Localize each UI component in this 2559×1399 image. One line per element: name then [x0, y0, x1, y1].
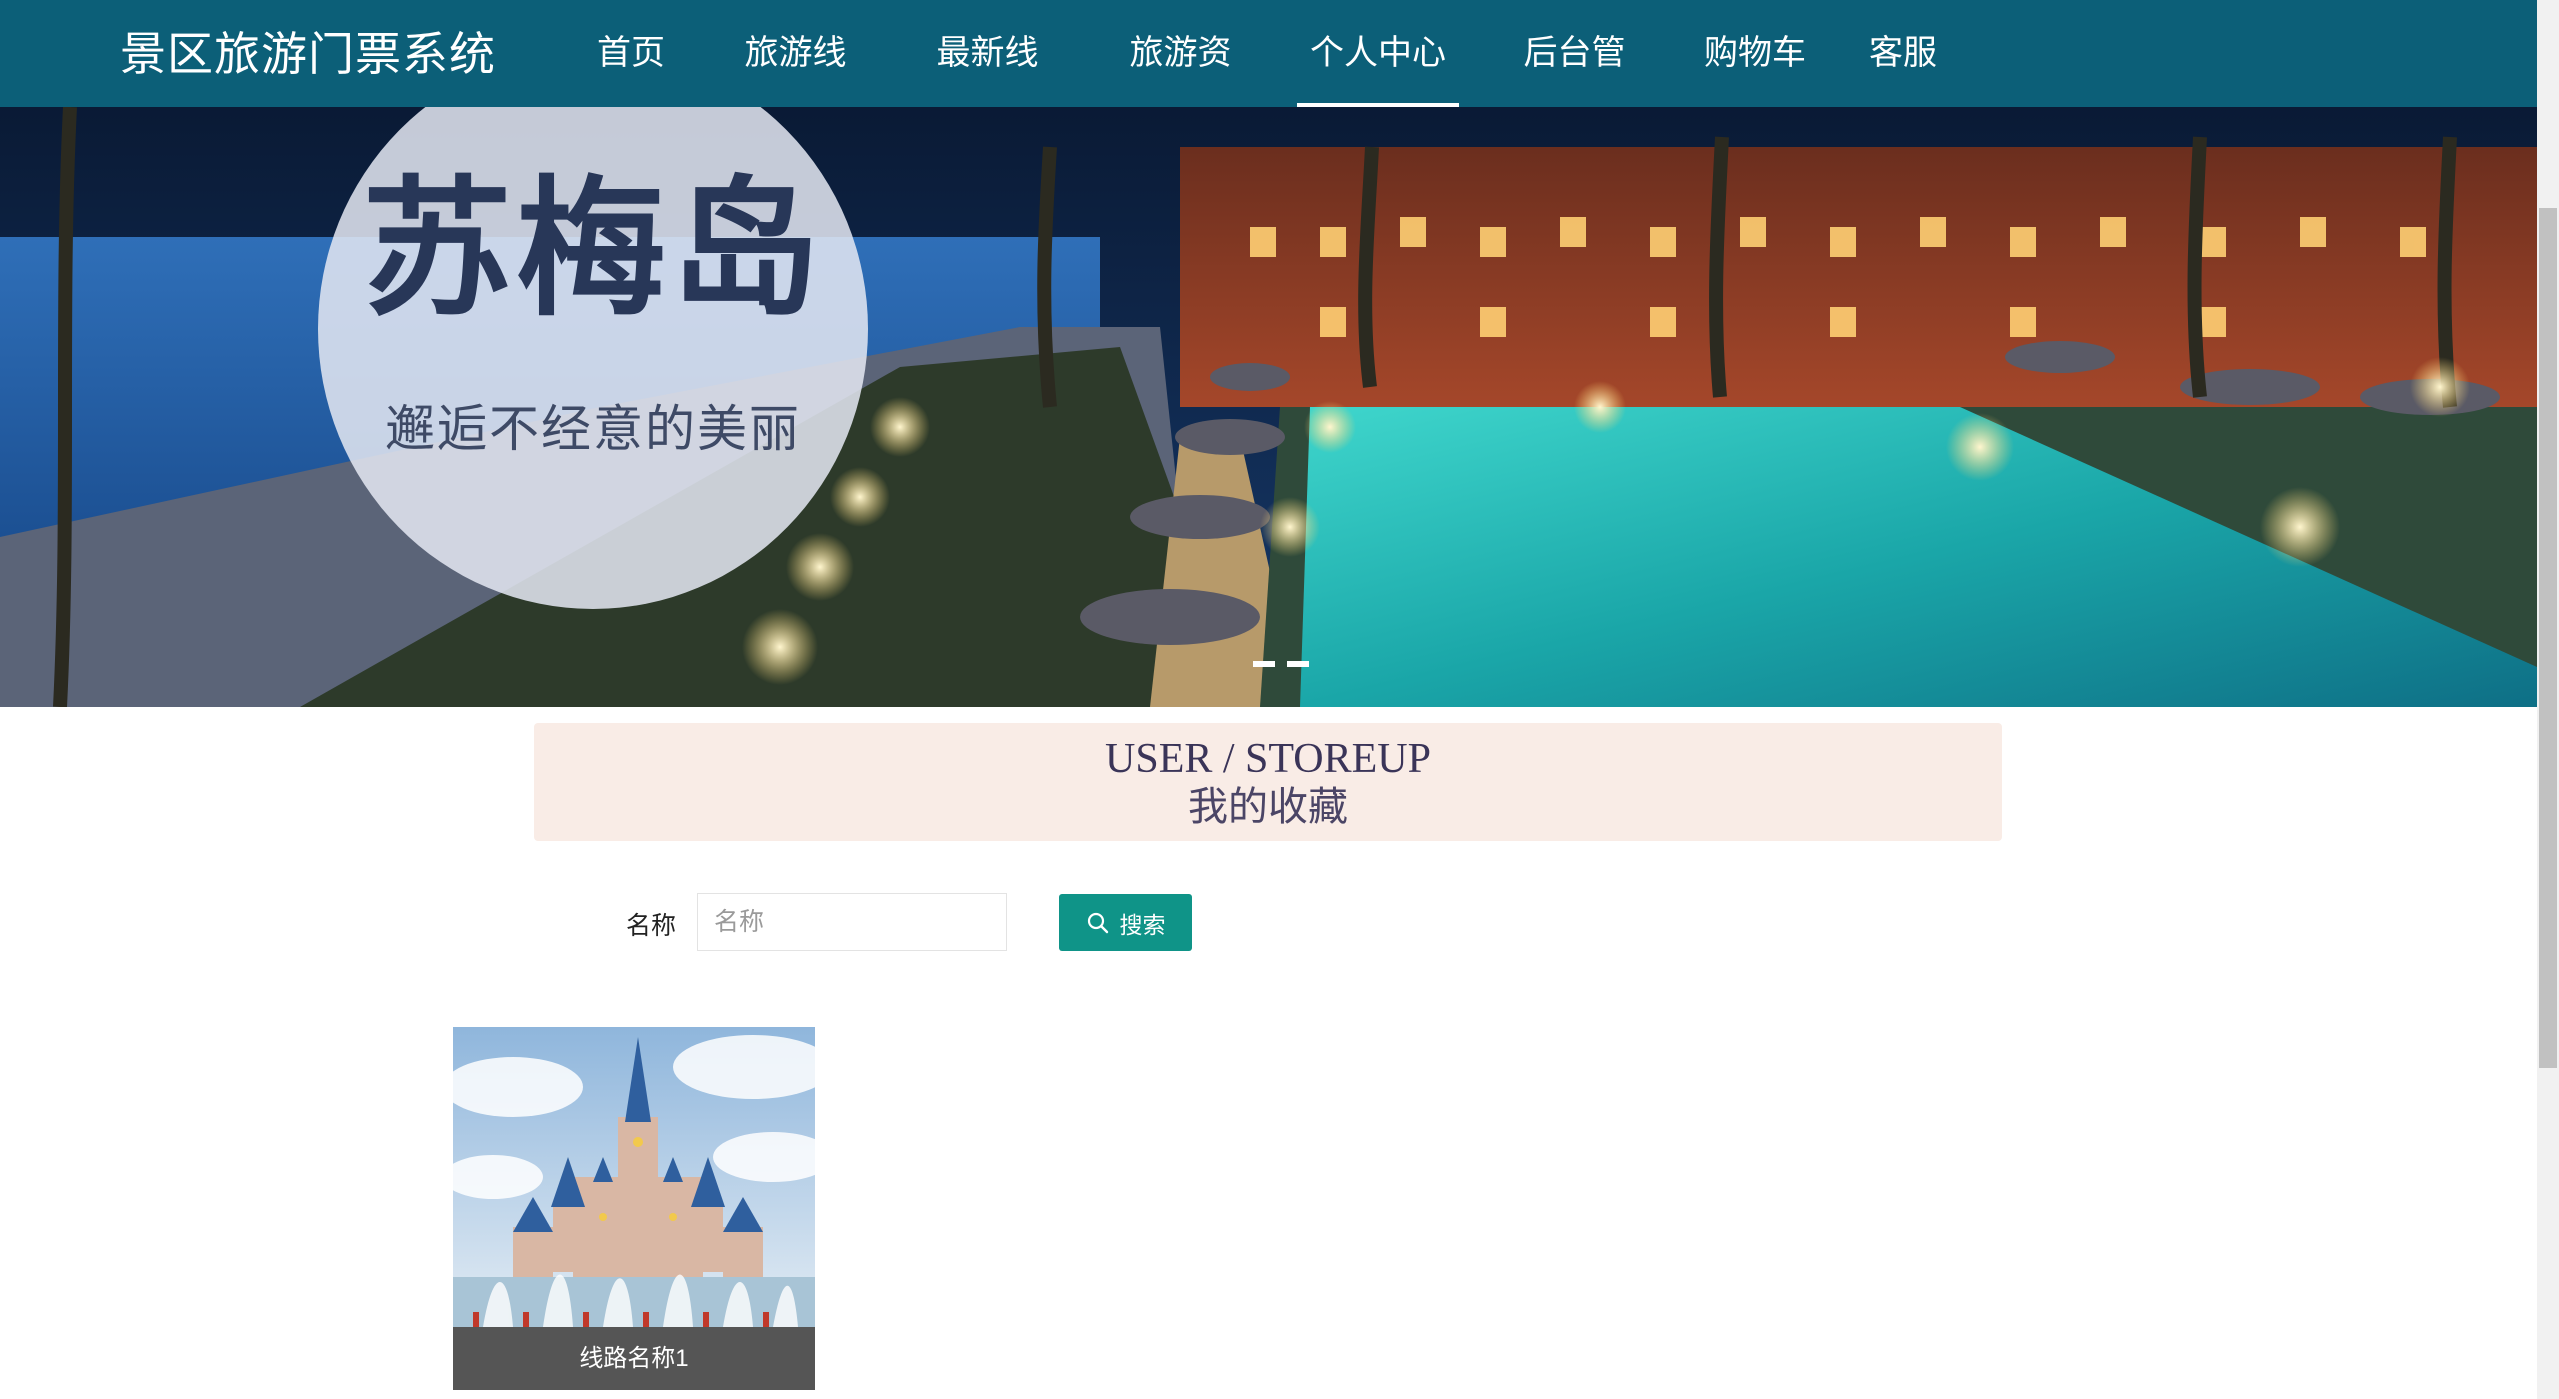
scrollbar-thumb[interactable] — [2539, 208, 2557, 1068]
nav-cart[interactable]: 购物车 — [1704, 0, 1806, 107]
nav-latest-routes[interactable]: 最新线路 — [920, 0, 1055, 180]
nav-travel-news[interactable]: 旅游资讯 — [1113, 0, 1248, 180]
nav-customer-service[interactable]: 客服 — [1868, 0, 1938, 107]
banner-title: 苏梅岛 — [361, 161, 824, 337]
nav-user-center[interactable]: 个人中心 — [1297, 0, 1459, 107]
castle-image — [453, 1027, 815, 1327]
top-navbar: 景区旅游门票系统 首页 旅游线路 最新线路 旅游资讯 个人中心 后台管理 购物车… — [0, 0, 2537, 180]
search-button[interactable]: 搜索 — [1059, 894, 1192, 951]
vertical-scrollbar[interactable] — [2537, 0, 2559, 1399]
carousel-dot-1[interactable] — [1253, 661, 1275, 667]
page: 景区旅游门票系统 首页 旅游线路 最新线路 旅游资讯 个人中心 后台管理 购物车… — [0, 0, 2559, 1399]
favorite-card-image[interactable] — [453, 1027, 815, 1327]
banner-subtitle: 邂逅不经意的美丽 — [385, 400, 801, 458]
section-header: USER / STOREUP 我的收藏 — [534, 723, 2002, 841]
section-title-cn: 我的收藏 — [1188, 784, 1348, 829]
nav-admin[interactable]: 后台管理 — [1507, 0, 1642, 180]
site-brand[interactable]: 景区旅游门票系统 — [120, 26, 496, 82]
search-icon — [1087, 912, 1108, 933]
favorite-card-title[interactable]: 线路名称1 — [453, 1327, 815, 1390]
carousel-dot-2[interactable] — [1287, 661, 1309, 667]
nav-home[interactable]: 首页 — [596, 0, 666, 107]
nav-travel-routes[interactable]: 旅游线路 — [728, 0, 863, 180]
search-button-label: 搜索 — [1119, 911, 1166, 938]
search-input[interactable] — [697, 893, 1007, 951]
favorite-card[interactable]: 线路名称1 — [453, 1027, 815, 1390]
banner-carousel[interactable]: 苏梅岛 邂逅不经意的美丽 — [0, 107, 2537, 707]
search-label: 名称 — [626, 912, 677, 940]
section-title-en: USER / STOREUP — [1105, 736, 1431, 782]
